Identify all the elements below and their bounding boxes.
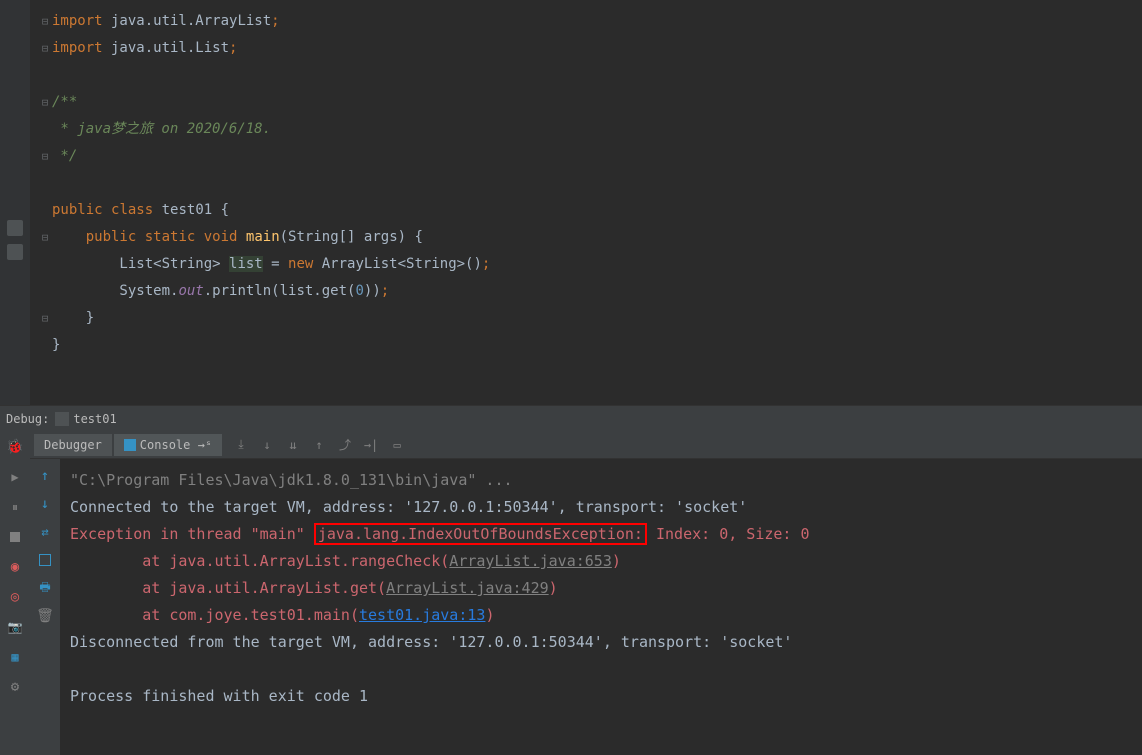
code-line: ⊟ import java.util.List; [38,35,1142,62]
code-line: ⊟ } [38,305,1142,332]
tab-console[interactable]: Console →ˢ [114,434,222,456]
console-stack-line: at com.joye.test01.main(test01.java:13) [70,602,1132,629]
code-line: } [38,332,1142,359]
drop-frame-icon[interactable]: ⤴ [336,436,354,454]
run-cursor-icon[interactable]: →| [362,436,380,454]
stack-link[interactable]: ArrayList.java:429 [386,579,549,597]
fold-marker[interactable]: ⊟ [38,8,52,35]
force-step-icon[interactable]: ⇊ [284,436,302,454]
highlighted-variable: list [229,256,263,272]
code-line: ⊟ /** [38,89,1142,116]
fold-marker[interactable]: ⊟ [38,305,52,332]
eval-icon[interactable]: ▭ [388,436,406,454]
code-line: ⊟ */ [38,143,1142,170]
stop-icon[interactable] [7,529,23,545]
clear-icon[interactable]: 🗑 [36,607,54,625]
console-line [70,656,1132,683]
fold-marker[interactable]: ⊟ [38,35,52,62]
mute-bp-icon[interactable]: ◎ [7,589,23,605]
gutter-icon-1[interactable] [7,220,23,236]
console-error-line: Exception in thread "main" java.lang.Ind… [70,521,1132,548]
camera-icon[interactable]: 📷 [7,619,23,635]
code-line: ⊟ public static void main(String[] args)… [38,224,1142,251]
breakpoints-icon[interactable]: ◉ [7,559,23,575]
console-line: Connected to the target VM, address: '12… [70,494,1132,521]
console-sidebar: ↑ ↓ ⇄ 🖶 🗑 [30,459,60,755]
debug-panel: 🐞 ▶ ⏸ ◉ ◎ 📷 ▦ ⚙ Debugger Console →ˢ ⤓ ↓ … [0,431,1142,755]
debug-toolbar: Debugger Console →ˢ ⤓ ↓ ⇊ ↑ ⤴ →| ▭ [30,431,1142,459]
code-line: System.out.println(list.get(0)); [38,278,1142,305]
console-stack-line: at java.util.ArrayList.get(ArrayList.jav… [70,575,1132,602]
keyword-import: import [52,13,103,29]
debug-sidebar: 🐞 ▶ ⏸ ◉ ◎ 📷 ▦ ⚙ [0,431,30,755]
tab-debugger[interactable]: Debugger [34,434,112,456]
editor-left-gutter [0,0,30,405]
debug-bar: Debug: test01 [0,405,1142,431]
comment: */ [52,148,77,164]
highlighted-exception: java.lang.IndexOutOfBoundsException: [314,523,647,545]
code-line: * java梦之旅 on 2020/6/18. [38,116,1142,143]
step-over-icon[interactable]: ⤓ [232,436,250,454]
console-line: "C:\Program Files\Java\jdk1.8.0_131\bin\… [70,467,1132,494]
settings-icon[interactable]: ⚙ [7,679,23,695]
fold-marker[interactable]: ⊟ [38,224,52,251]
code-line: public class test01 { [38,197,1142,224]
console-tab-icon [124,439,136,451]
next-icon[interactable]: ↓ [36,495,54,513]
code-line: List<String> list = new ArrayList<String… [38,251,1142,278]
keyword-import: import [52,40,103,56]
debug-config-icon [55,412,69,426]
console-line: Process finished with exit code 1 [70,683,1132,710]
soft-wrap-icon[interactable]: ⇄ [36,523,54,541]
console-line: Disconnected from the target VM, address… [70,629,1132,656]
code-line: ⊟ import java.util.ArrayList; [38,8,1142,35]
debug-label: Debug: [6,412,49,426]
debug-main: Debugger Console →ˢ ⤓ ↓ ⇊ ↑ ⤴ →| ▭ ↑ ↓ ⇄… [30,431,1142,755]
gutter-icon-2[interactable] [7,244,23,260]
comment: /** [52,94,77,110]
code-content[interactable]: ⊟ import java.util.ArrayList; ⊟ import j… [30,0,1142,405]
resume-icon[interactable]: ▶ [7,469,23,485]
comment: * java梦之旅 on 2020/6/18. [52,121,271,137]
layout-icon[interactable]: ▦ [7,649,23,665]
fold-marker[interactable]: ⊟ [38,89,52,116]
step-into-icon[interactable]: ↓ [258,436,276,454]
print-icon[interactable]: 🖶 [36,579,54,597]
console-output[interactable]: "C:\Program Files\Java\jdk1.8.0_131\bin\… [60,459,1142,755]
prev-icon[interactable]: ↑ [36,467,54,485]
fold-marker[interactable]: ⊟ [38,143,52,170]
debug-config-name: test01 [73,412,116,426]
scroll-end-icon[interactable] [36,551,54,569]
stack-link[interactable]: ArrayList.java:653 [449,552,612,570]
step-out-icon[interactable]: ↑ [310,436,328,454]
console-stack-line: at java.util.ArrayList.rangeCheck(ArrayL… [70,548,1132,575]
toolbar-icons: ⤓ ↓ ⇊ ↑ ⤴ →| ▭ [232,436,406,454]
debug-console-area: ↑ ↓ ⇄ 🖶 🗑 "C:\Program Files\Java\jdk1.8.… [30,459,1142,755]
rerun-icon[interactable]: 🐞 [7,439,23,455]
pause-icon[interactable]: ⏸ [7,499,23,515]
stack-link[interactable]: test01.java:13 [359,606,485,624]
editor-area: ⊟ import java.util.ArrayList; ⊟ import j… [0,0,1142,405]
